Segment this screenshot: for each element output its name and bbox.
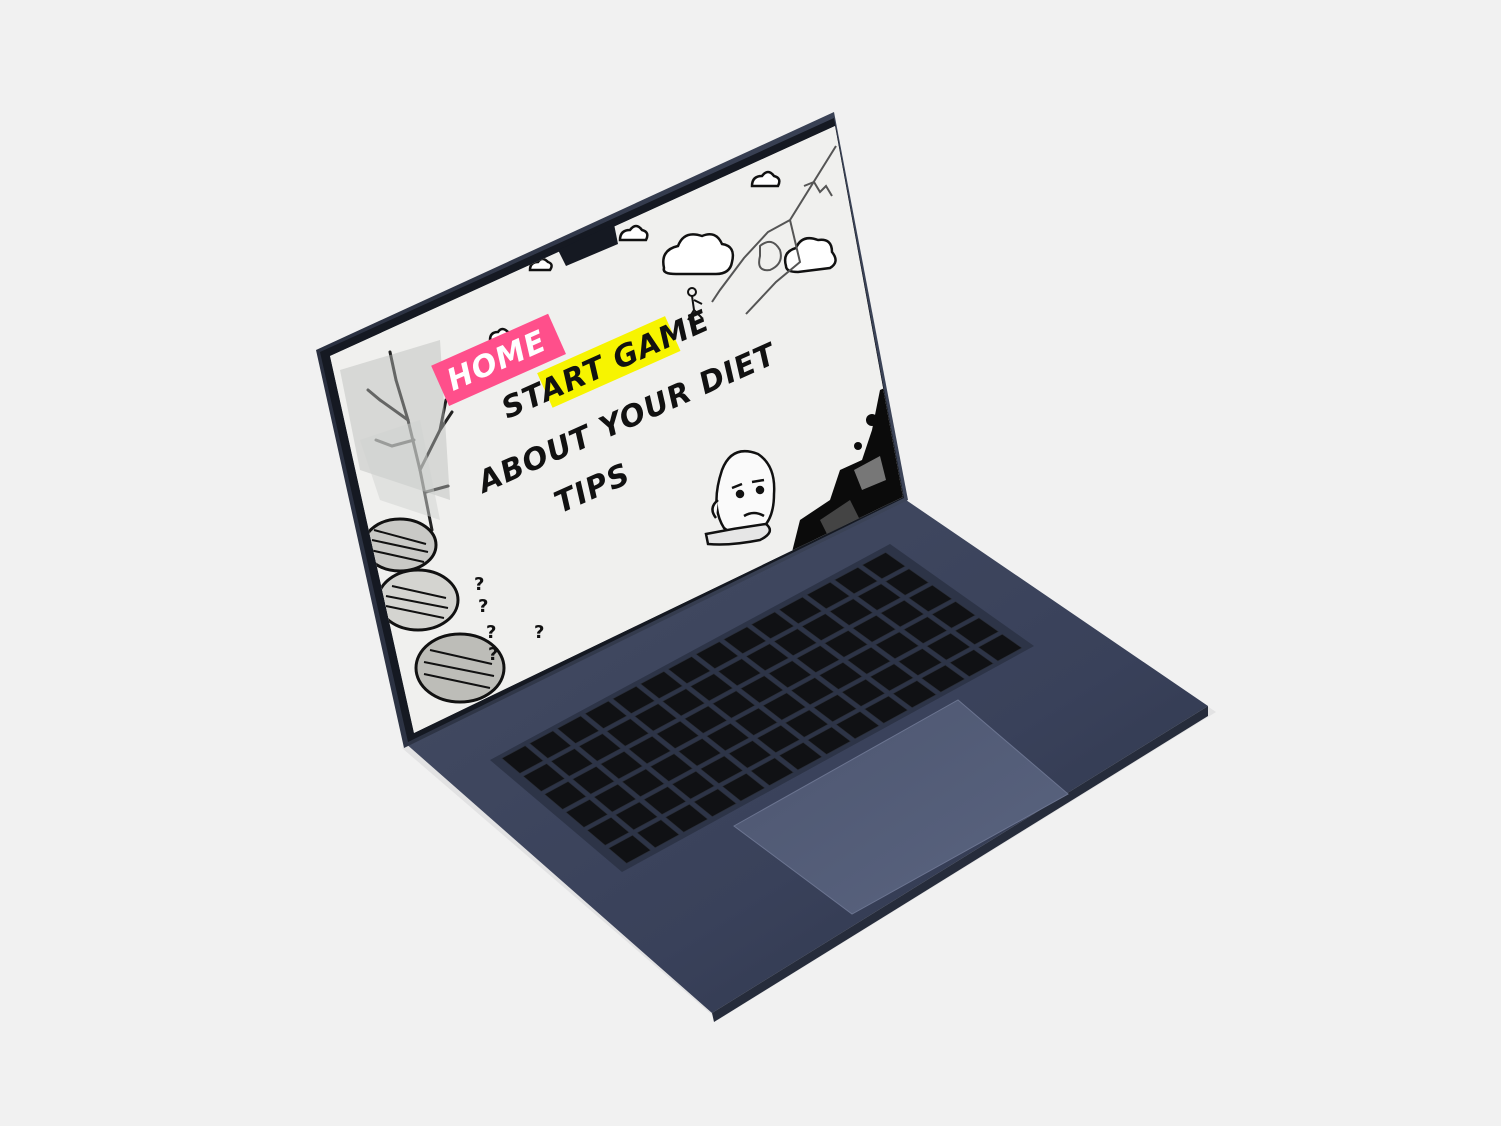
svg-text:?: ? [486, 622, 496, 643]
svg-text:?: ? [488, 644, 498, 665]
svg-text:?: ? [478, 596, 488, 617]
svg-text:?: ? [534, 622, 544, 643]
laptop-mockup: ? ? ? ? ? HOME START GAME ABOUT YOUR DIE… [316, 112, 1216, 1022]
svg-text:?: ? [474, 574, 484, 595]
page-background: ? ? ? ? ? HOME START GAME ABOUT YOUR DIE… [0, 0, 1501, 1126]
